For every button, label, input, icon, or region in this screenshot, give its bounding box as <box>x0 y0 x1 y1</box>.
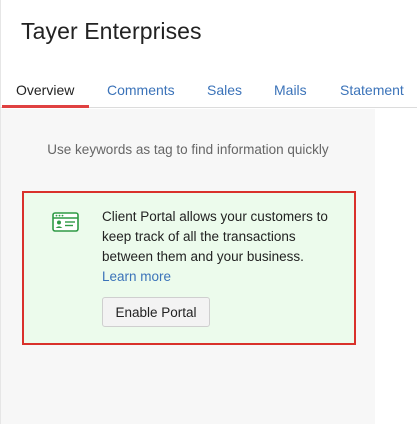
tab-comments[interactable]: Comments <box>107 82 175 98</box>
active-tab-indicator <box>2 105 89 108</box>
right-gutter <box>375 109 417 424</box>
tab-sales[interactable]: Sales <box>207 82 242 98</box>
portal-description: Client Portal allows your customers to k… <box>102 207 348 287</box>
tab-mails[interactable]: Mails <box>274 82 307 98</box>
portal-icon <box>52 212 79 232</box>
enable-portal-button[interactable]: Enable Portal <box>102 297 210 327</box>
tab-overview[interactable]: Overview <box>16 82 74 98</box>
portal-description-text: Client Portal allows your customers to k… <box>102 209 328 264</box>
tab-bar: Overview Comments Sales Mails Statement <box>0 78 417 108</box>
client-portal-card: Client Portal allows your customers to k… <box>22 191 356 345</box>
tab-statement[interactable]: Statement <box>340 82 404 98</box>
page: Tayer Enterprises Overview Comments Sale… <box>0 0 417 424</box>
learn-more-link[interactable]: Learn more <box>102 269 171 284</box>
keywords-hint: Use keywords as tag to find information … <box>47 142 329 157</box>
page-title: Tayer Enterprises <box>21 18 202 44</box>
